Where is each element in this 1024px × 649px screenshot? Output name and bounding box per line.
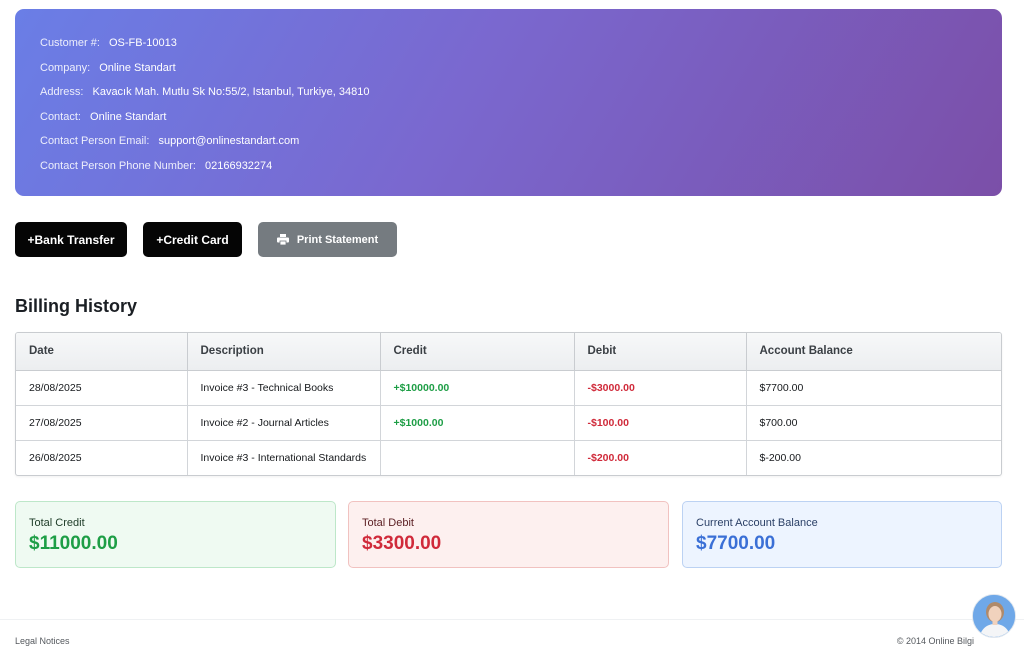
cell-description: Invoice #3 - Technical Books	[187, 370, 381, 406]
customer-info-card: Customer #: OS-FB-10013 Company: Online …	[15, 9, 1002, 196]
total-debit-value: $3300.00	[362, 533, 442, 554]
cell-date: 26/08/2025	[16, 440, 188, 475]
table-row: 26/08/2025 Invoice #3 - International St…	[16, 440, 1001, 475]
cell-credit	[380, 440, 575, 475]
total-debit-label: Total Debit	[362, 517, 414, 529]
cell-description: Invoice #3 - International Standards	[187, 440, 381, 475]
total-credit-value: $11000.00	[29, 533, 118, 554]
cell-credit: +$10000.00	[380, 370, 575, 406]
billing-history-title: Billing History	[15, 296, 138, 316]
company-row: Company: Online Standart	[40, 61, 977, 86]
contact-row: Contact: Online Standart	[40, 110, 977, 135]
action-buttons: +Bank Transfer +Credit Card Print Statem…	[15, 222, 397, 257]
total-credit-card: Total Credit $11000.00	[15, 501, 336, 568]
current-balance-card: Current Account Balance $7700.00	[682, 501, 1002, 568]
address-row: Address: Kavacık Mah. Mutlu Sk No:55/2, …	[40, 85, 977, 110]
column-header-description: Description	[187, 333, 381, 371]
contact-phone-label: Contact Person Phone Number:	[40, 159, 196, 172]
contact-email-label: Contact Person Email:	[40, 135, 150, 148]
cell-date: 27/08/2025	[16, 405, 188, 441]
table-row: 28/08/2025 Invoice #3 - Technical Books …	[16, 370, 1001, 406]
print-statement-label: Print Statement	[296, 233, 379, 246]
billing-history-table: Date Description Credit Debit Account Ba…	[15, 332, 1002, 476]
footer-divider	[0, 619, 1024, 620]
company-label: Company:	[40, 61, 91, 74]
total-debit-card: Total Debit $3300.00	[348, 501, 669, 568]
company-value: Online Standart	[99, 61, 176, 74]
address-value: Kavacık Mah. Mutlu Sk No:55/2, Istanbul,…	[92, 86, 370, 99]
current-balance-value: $7700.00	[696, 533, 776, 554]
cell-credit: +$1000.00	[380, 405, 575, 441]
cell-balance: $700.00	[746, 405, 1001, 441]
total-credit-label: Total Credit	[29, 517, 85, 529]
column-header-balance: Account Balance	[746, 333, 1001, 371]
support-chat-avatar[interactable]	[972, 594, 1016, 638]
support-agent-icon	[973, 595, 1015, 637]
print-statement-button[interactable]: Print Statement	[258, 222, 397, 257]
contact-value: Online Standart	[90, 110, 167, 123]
copyright-text: © 2014 Online Bilgi	[896, 636, 974, 646]
cell-debit: -$200.00	[574, 440, 747, 475]
table-row: 27/08/2025 Invoice #2 - Journal Articles…	[16, 405, 1001, 441]
column-header-debit: Debit	[574, 333, 747, 371]
credit-card-button[interactable]: +Credit Card	[143, 222, 242, 257]
cell-balance: $7700.00	[746, 370, 1001, 406]
cell-description: Invoice #2 - Journal Articles	[187, 405, 381, 441]
legal-notices-link[interactable]: Legal Notices	[15, 636, 70, 646]
customer-number-value: OS-FB-10013	[108, 37, 177, 49]
contact-email-row: Contact Person Email: support@onlinestan…	[40, 134, 977, 159]
cell-balance: $-200.00	[759, 451, 801, 464]
current-balance-label: Current Account Balance	[696, 517, 818, 529]
column-header-credit: Credit	[380, 333, 575, 371]
column-header-date: Date	[16, 333, 188, 371]
customer-number-label: Customer #:	[40, 37, 100, 49]
table-header-row: Date Description Credit Debit Account Ba…	[16, 333, 1001, 371]
contact-label: Contact:	[40, 110, 81, 123]
contact-phone-value: 02166932274	[204, 159, 273, 172]
customer-number-row: Customer #: OS-FB-10013	[40, 36, 977, 61]
cell-debit: -$100.00	[574, 405, 747, 441]
cell-date: 28/08/2025	[16, 370, 188, 406]
contact-phone-row: Contact Person Phone Number: 02166932274	[40, 159, 977, 184]
address-label: Address:	[40, 86, 84, 99]
bank-transfer-button[interactable]: +Bank Transfer	[15, 222, 127, 257]
contact-email-value: support@onlinestandart.com	[158, 135, 300, 148]
cell-debit: -$3000.00	[574, 370, 747, 406]
printer-icon	[276, 234, 289, 246]
